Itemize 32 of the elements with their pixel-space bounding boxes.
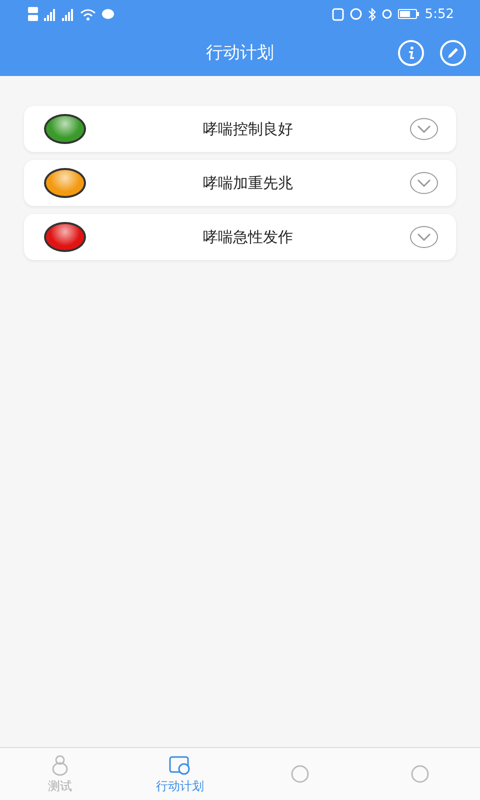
page-title: 行动计划 <box>206 42 274 64</box>
circle-icon <box>289 763 311 785</box>
info-icon <box>407 46 415 60</box>
calendar-icon <box>168 754 192 776</box>
pencil-icon <box>446 46 460 60</box>
hd-icon <box>28 6 38 22</box>
expand-button[interactable] <box>410 172 438 194</box>
edit-button[interactable] <box>440 40 466 66</box>
zone-label: 哮喘加重先兆 <box>202 174 294 192</box>
chevron-down-icon <box>417 179 431 187</box>
chat-icon <box>102 9 114 19</box>
expand-button[interactable] <box>410 226 438 248</box>
signal-icon <box>44 8 56 20</box>
expand-button[interactable] <box>410 118 438 140</box>
info-button[interactable] <box>398 40 424 66</box>
clock-time: 5:52 <box>424 6 454 22</box>
alarm-icon <box>350 8 362 20</box>
nfc-icon <box>332 8 344 20</box>
bluetooth-icon <box>368 8 376 20</box>
zone-card[interactable]: 哮喘急性发作 <box>24 214 456 260</box>
circle-icon <box>409 763 431 785</box>
gourd-icon <box>51 754 69 776</box>
zone-card[interactable]: 哮喘加重先兆 <box>24 160 456 206</box>
chevron-down-icon <box>417 125 431 133</box>
chevron-down-icon <box>417 233 431 241</box>
zone-card[interactable]: 哮喘控制良好 <box>24 106 456 152</box>
zone-label: 哮喘急性发作 <box>202 228 294 246</box>
battery-icon <box>398 9 419 19</box>
wifi-icon <box>80 8 96 20</box>
zone-label: 哮喘控制良好 <box>202 120 294 138</box>
signal-icon <box>62 8 74 20</box>
location-icon <box>382 8 392 20</box>
